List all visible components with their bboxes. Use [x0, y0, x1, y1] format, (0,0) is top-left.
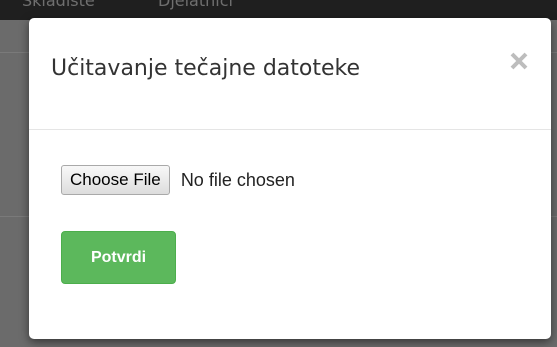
close-button[interactable]: [509, 49, 529, 73]
modal-title: Učitavanje tečajne datoteke: [51, 56, 361, 81]
page: Skladište Djelatnici Učitavanje tečajne …: [0, 0, 557, 347]
nav-item-skladiste: Skladište: [22, 0, 95, 10]
file-input[interactable]: Choose File No file chosen: [61, 165, 295, 197]
background-navbar: Skladište Djelatnici: [0, 0, 557, 20]
close-icon: [510, 52, 528, 70]
choose-file-button[interactable]: Choose File: [61, 165, 170, 195]
nav-item-djelatnici: Djelatnici: [158, 0, 233, 10]
confirm-button[interactable]: Potvrdi: [61, 231, 176, 284]
modal-header: Učitavanje tečajne datoteke: [29, 18, 551, 130]
file-status-text: No file chosen: [180, 170, 295, 190]
upload-modal: Učitavanje tečajne datoteke Choose File …: [29, 18, 551, 339]
